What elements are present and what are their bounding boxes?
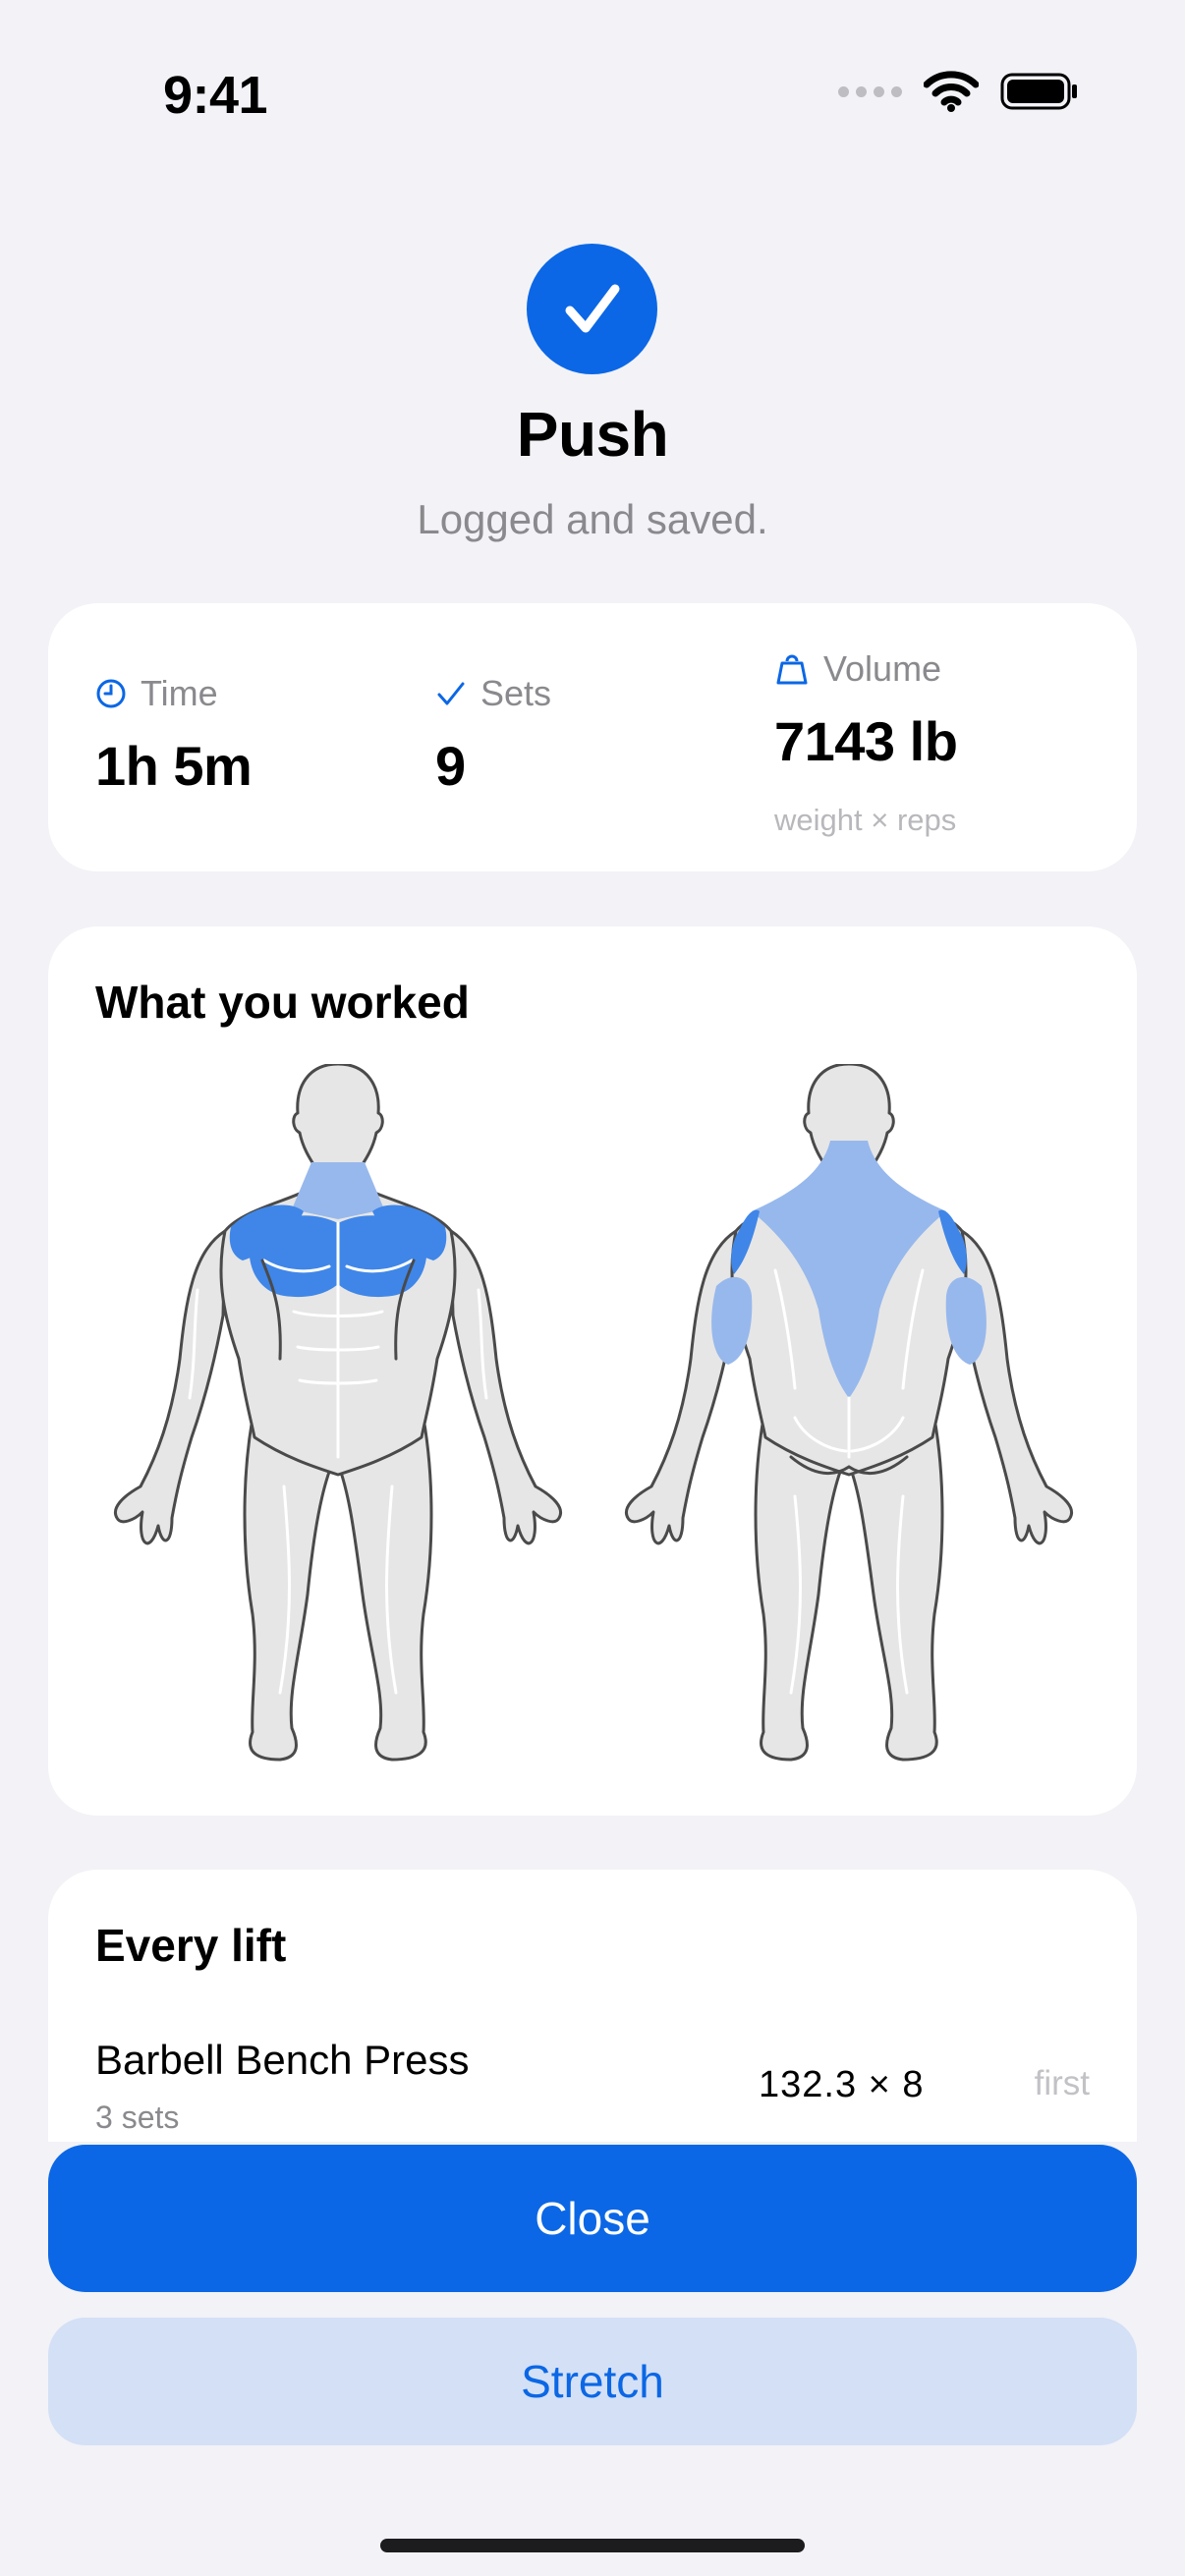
stat-sets-value: 9: [435, 735, 466, 797]
front-neck-muscle: [292, 1162, 384, 1219]
lift-weight-reps: 132.3 × 8: [759, 2064, 925, 2105]
stretch-button[interactable]: Stretch: [48, 2318, 1137, 2445]
back-body-diagram: [625, 1064, 1073, 1762]
status-icons: [838, 71, 1079, 112]
stat-volume: Volume 7143 lb weight × reps: [774, 648, 958, 838]
success-check-badge: [527, 244, 657, 374]
muscles-worked-heading: What you worked: [95, 977, 470, 1028]
weight-icon: [776, 654, 808, 685]
status-time: 9:41: [163, 66, 268, 125]
clock-icon: [96, 679, 126, 708]
front-right-arm: [449, 1229, 562, 1545]
lift-name: Barbell Bench Press: [95, 2037, 470, 2083]
every-lift-heading: Every lift: [95, 1920, 287, 1971]
back-right-arm: [960, 1229, 1073, 1545]
close-button[interactable]: Close: [48, 2145, 1137, 2292]
stat-volume-label: Volume: [823, 648, 942, 689]
front-body-diagram: [114, 1064, 562, 1762]
home-indicator[interactable]: [380, 2539, 805, 2552]
front-head: [292, 1064, 384, 1176]
checkmark-icon: [565, 284, 619, 332]
stat-time-label: Time: [141, 673, 218, 713]
workout-subtitle: Logged and saved.: [417, 496, 768, 542]
signal-dots-icon: [838, 85, 902, 97]
check-icon: [437, 682, 465, 705]
stat-sets: Sets 9: [435, 673, 551, 798]
workout-title: Push: [516, 399, 669, 470]
lift-sets: 3 sets: [95, 2100, 180, 2135]
back-left-arm: [625, 1229, 738, 1545]
stat-sets-label: Sets: [480, 673, 552, 713]
stat-volume-value: 7143 lb: [774, 710, 958, 772]
wifi-icon: [924, 71, 979, 112]
workout-summary-screen: 9:41 Push Logged and saved. Time 1h 5m S…: [0, 0, 1185, 2576]
front-left-arm: [114, 1229, 227, 1545]
stat-time: Time 1h 5m: [95, 673, 253, 798]
lift-row[interactable]: Barbell Bench Press 3 sets 132.3 × 8 fir…: [95, 2037, 1090, 2135]
muscles-worked-card: What you worked: [48, 926, 1137, 1816]
lift-tag: first: [1034, 2064, 1090, 2102]
stat-time-value: 1h 5m: [95, 735, 253, 797]
battery-icon: [1000, 73, 1077, 110]
stat-volume-note: weight × reps: [774, 803, 957, 837]
stats-card: Time 1h 5m Sets 9 Volume 7143 lb weight …: [48, 603, 1137, 871]
